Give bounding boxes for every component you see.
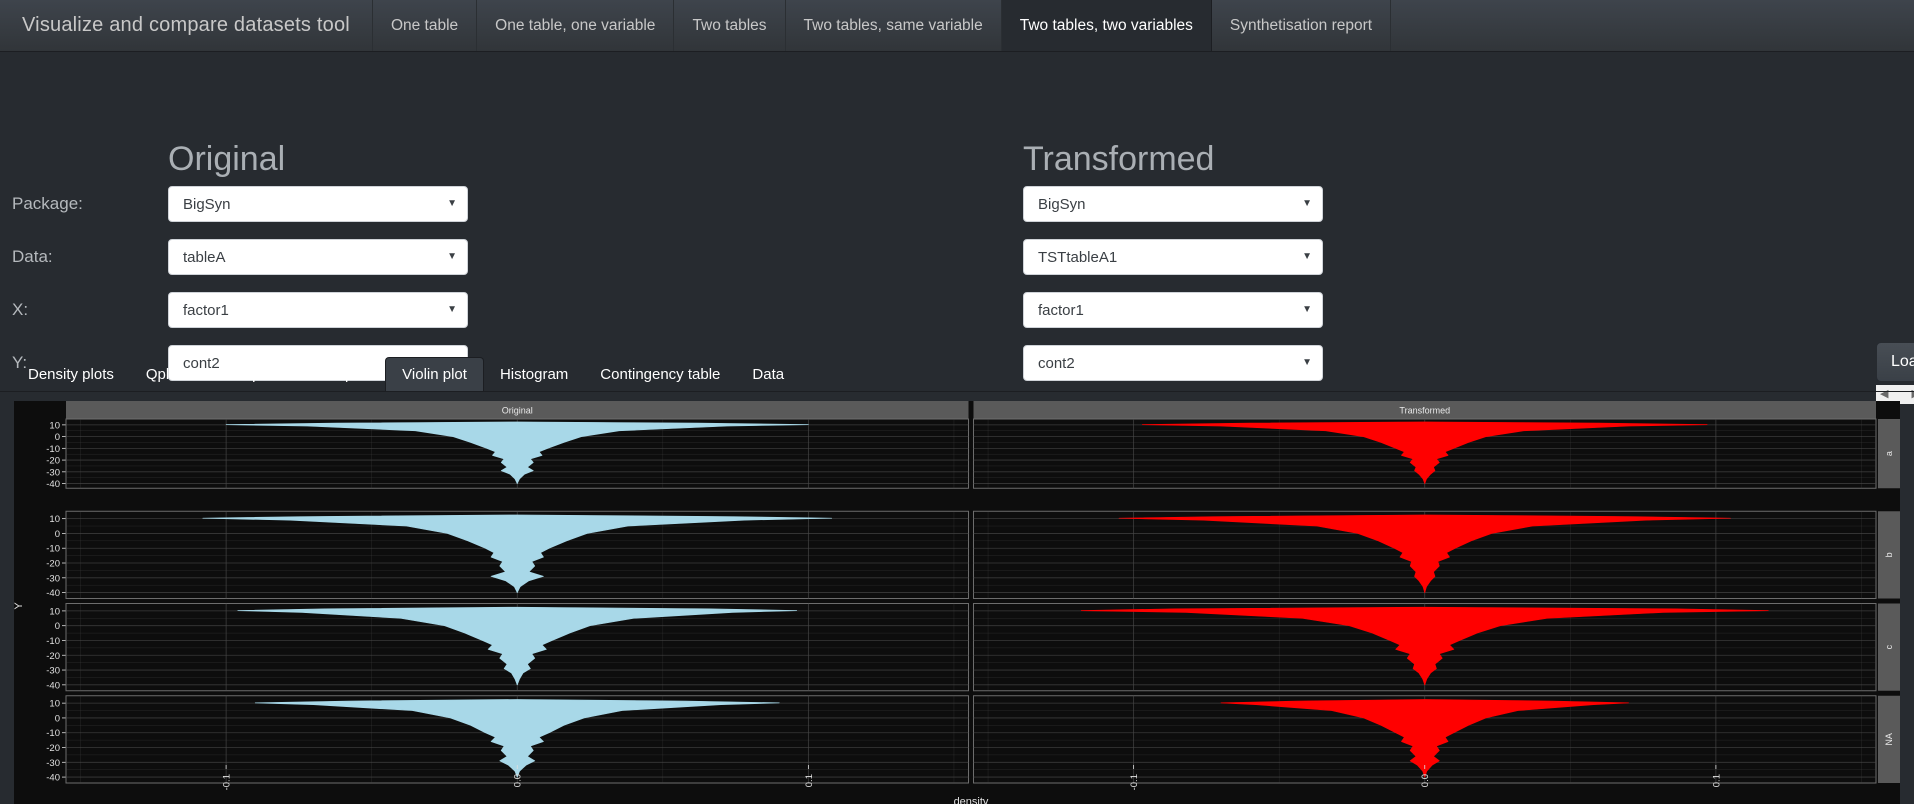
y-tick-label: -40 xyxy=(46,773,60,784)
y-tick-label: 0 xyxy=(55,529,60,540)
original-package-select[interactable]: BigSyn ▼ xyxy=(168,186,468,222)
y-tick-label: 0 xyxy=(55,621,60,632)
facet-strip-label: a xyxy=(1884,451,1894,456)
original-package-value: BigSyn xyxy=(183,195,231,213)
panel-strip-label: Original xyxy=(502,406,533,416)
y-tick-label: -40 xyxy=(46,588,60,599)
violin-plot-svg: YOriginal Transformed100-10-20-30-40a100-… xyxy=(14,401,1900,804)
original-x-value: factor1 xyxy=(183,301,229,319)
x-tick-label: -0.1 xyxy=(1129,774,1140,790)
y-tick-label: 10 xyxy=(49,514,60,525)
y-tick-label: -30 xyxy=(46,666,60,677)
y-tick-label: -30 xyxy=(46,573,60,584)
y-tick-label: -40 xyxy=(46,680,60,691)
package-label: Package: xyxy=(12,194,83,213)
chevron-down-icon: ▼ xyxy=(1302,198,1312,209)
y-tick-label: -10 xyxy=(46,728,60,739)
transformed-data-value: TSTtableA1 xyxy=(1038,248,1118,266)
y-tick-label: 10 xyxy=(49,420,60,431)
y-tick-label: -10 xyxy=(46,444,60,455)
y-tick-label: 0 xyxy=(55,713,60,724)
y-tick-label: 0 xyxy=(55,432,60,443)
x-tick-label: 0.1 xyxy=(1711,774,1722,787)
y-tick-label: -30 xyxy=(46,467,60,478)
x-tick-label: 0.0 xyxy=(1420,774,1431,787)
original-x-select[interactable]: factor1 ▼ xyxy=(168,292,468,328)
plot-type-tabs: Density plots Qplot 2 Boxplot Jitter plo… xyxy=(0,352,1914,392)
app-brand: Visualize and compare datasets tool xyxy=(0,0,373,51)
nav-tab-synthetisation-report[interactable]: Synthetisation report xyxy=(1212,0,1392,51)
tab-qplot-2[interactable]: Qplot 2 xyxy=(130,358,210,391)
chevron-down-icon: ▼ xyxy=(1302,251,1312,262)
tab-density-plots[interactable]: Density plots xyxy=(12,358,130,391)
tab-violin-plot[interactable]: Violin plot xyxy=(385,357,484,391)
chevron-down-icon: ▼ xyxy=(447,251,457,262)
y-tick-label: -30 xyxy=(46,758,60,769)
dataset-selection-form: Original Transformed Package: Data: X: Y… xyxy=(0,52,1914,404)
x-tick-label: -0.1 xyxy=(222,774,233,790)
transformed-data-select[interactable]: TSTtableA1 ▼ xyxy=(1023,239,1323,275)
x-tick-label: 0.0 xyxy=(513,774,524,787)
nav-tab-one-table-one-variable[interactable]: One table, one variable xyxy=(477,0,675,51)
facet-strip-label: NA xyxy=(1884,733,1894,746)
chevron-down-icon: ▼ xyxy=(447,198,457,209)
transformed-column-title: Transformed xyxy=(1023,140,1215,178)
y-tick-label: -20 xyxy=(46,743,60,754)
tab-boxplot[interactable]: Boxplot xyxy=(210,358,292,391)
nav-tab-two-tables-two-variables[interactable]: Two tables, two variables xyxy=(1001,0,1212,51)
chevron-down-icon: ▼ xyxy=(447,304,457,315)
nav-tab-two-tables[interactable]: Two tables xyxy=(674,0,786,51)
chevron-down-icon: ▼ xyxy=(1302,304,1312,315)
tab-data[interactable]: Data xyxy=(736,358,800,391)
x-axis-label: density xyxy=(954,796,989,804)
transformed-x-select[interactable]: factor1 ▼ xyxy=(1023,292,1323,328)
data-label: Data: xyxy=(12,247,53,266)
y-tick-label: -40 xyxy=(46,479,60,490)
y-tick-label: -20 xyxy=(46,651,60,662)
y-tick-label: 10 xyxy=(49,606,60,617)
violin-plot-container: Y Original Transformed 10 0 -10 -20 -30 -40 a 10 0-… xyxy=(14,401,1900,804)
tab-histogram[interactable]: Histogram xyxy=(484,358,584,391)
nav-tab-two-tables-same-variable[interactable]: Two tables, same variable xyxy=(786,0,1002,51)
transformed-x-value: factor1 xyxy=(1038,301,1084,319)
transformed-package-select[interactable]: BigSyn ▼ xyxy=(1023,186,1323,222)
y-tick-label: 10 xyxy=(49,699,60,710)
y-tick-label: -10 xyxy=(46,636,60,647)
tab-contingency-table[interactable]: Contingency table xyxy=(584,358,736,391)
facet-strip-label: b xyxy=(1884,552,1894,557)
x-tick-label: 0.1 xyxy=(804,774,815,787)
nav-tab-one-table[interactable]: One table xyxy=(373,0,478,51)
facet-strip-label: c xyxy=(1884,644,1894,649)
main-navbar: Visualize and compare datasets tool One … xyxy=(0,0,1914,52)
panel-strip-label: Transformed xyxy=(1399,406,1450,416)
y-tick-label: -10 xyxy=(46,544,60,555)
original-column-title: Original xyxy=(168,140,286,178)
navbar-filler xyxy=(1391,0,1914,51)
x-label: X: xyxy=(12,300,29,319)
tab-jitter-plot[interactable]: Jitter plot xyxy=(292,358,385,391)
y-tick-label: -20 xyxy=(46,559,60,570)
y-tick-label: -20 xyxy=(46,456,60,467)
original-data-select[interactable]: tableA ▼ xyxy=(168,239,468,275)
transformed-package-value: BigSyn xyxy=(1038,195,1086,213)
y-axis-label: Y xyxy=(14,602,25,610)
original-data-value: tableA xyxy=(183,248,226,266)
